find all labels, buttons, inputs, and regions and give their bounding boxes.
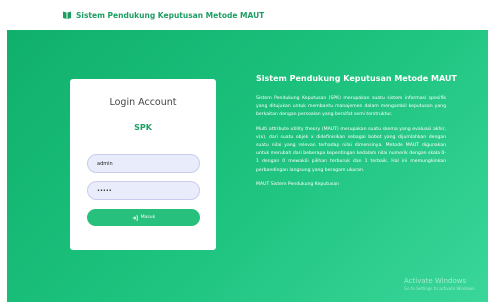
login-subtitle: SPK (134, 123, 152, 132)
info-panel: Sistem Pendukung Keputusan Metode MAUT S… (256, 74, 457, 195)
watermark-title: Activate Windows (404, 277, 467, 285)
login-button[interactable]: Masuk (87, 209, 200, 226)
info-title: Sistem Pendukung Keputusan Metode MAUT (256, 74, 457, 83)
book-icon (63, 11, 71, 19)
sign-in-icon (132, 215, 138, 220)
brand[interactable]: Sistem Pendukung Keputusan Metode MAUT (62, 10, 264, 20)
activate-windows-watermark: Activate Windows Go to Settings to activ… (404, 277, 476, 291)
info-paragraph-footer: MAUT Sistem Pendukung Keputusan (256, 181, 340, 187)
info-paragraph-spk: Sistem Pendukung Keputusan (SPK) merupak… (256, 96, 446, 118)
watermark-subtitle: Go to Settings to activate Windows. (404, 286, 476, 291)
app-title: Sistem Pendukung Keputusan Metode MAUT (76, 10, 265, 20)
login-card: Login Account SPK Masuk (70, 79, 216, 250)
top-navbar: Sistem Pendukung Keputusan Metode MAUT (0, 0, 488, 30)
info-paragraph-maut: Multi attribute utility theory (MAUT) me… (256, 126, 446, 173)
username-field[interactable] (87, 154, 200, 173)
login-button-label: Masuk (140, 215, 156, 220)
password-field[interactable] (87, 181, 200, 200)
login-title: Login Account (109, 97, 177, 108)
